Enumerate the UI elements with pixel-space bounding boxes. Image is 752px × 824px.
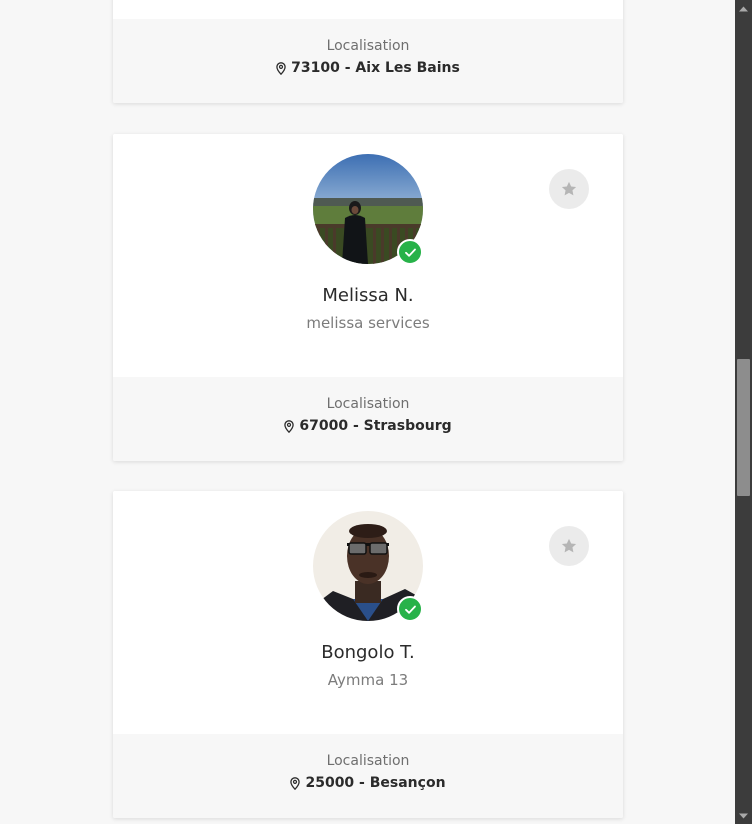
profile-card[interactable]: Melissa N. melissa services Localisation… [113, 134, 623, 461]
verified-badge [397, 596, 423, 622]
verified-badge [397, 239, 423, 265]
location-value: 73100 - Aix Les Bains [113, 60, 623, 76]
card-footer: Localisation 67000 - Strasbourg [113, 377, 623, 461]
profile-name[interactable]: Melissa N. [113, 285, 623, 306]
card-body: Melissa N. melissa services [113, 134, 623, 377]
avatar-container [313, 154, 423, 265]
map-pin-icon [290, 776, 301, 790]
location-value: 25000 - Besançon [113, 775, 623, 791]
vertical-scrollbar[interactable] [735, 0, 752, 824]
favorite-button[interactable] [549, 169, 589, 209]
location-value: 67000 - Strasbourg [113, 418, 623, 434]
company-name: melissa services [306, 314, 430, 332]
location-label: Localisation [326, 396, 410, 412]
scrollbar-thumb[interactable] [737, 359, 750, 496]
scroll-up-arrow-icon[interactable] [735, 0, 752, 17]
star-icon [561, 181, 577, 196]
avatar-container [313, 511, 423, 622]
favorite-button[interactable] [549, 526, 589, 566]
location-text: 73100 - Aix Les Bains [291, 60, 460, 76]
map-pin-icon [276, 61, 286, 75]
profile-card[interactable]: Localisation 73100 - Aix Les Bains [113, 0, 623, 103]
profile-card[interactable]: Bongolo T. Aymma 13 Localisation 25000 -… [113, 491, 623, 818]
map-pin-icon [284, 419, 295, 433]
check-icon [404, 605, 416, 614]
scroll-down-arrow-icon[interactable] [735, 807, 752, 824]
profile-name[interactable]: Bongolo T. [113, 642, 623, 663]
location-label: Localisation [326, 38, 410, 54]
location-text: 25000 - Besançon [305, 775, 446, 791]
card-footer: Localisation 25000 - Besançon [113, 734, 623, 818]
location-label: Localisation [326, 753, 410, 769]
card-footer: Localisation 73100 - Aix Les Bains [113, 19, 623, 103]
company-name: Aymma 13 [327, 671, 409, 689]
card-body: Bongolo T. Aymma 13 [113, 491, 623, 734]
profile-list: Localisation 73100 - Aix Les Bains Melis… [0, 0, 735, 824]
check-icon [404, 248, 416, 257]
star-icon [561, 538, 577, 553]
location-text: 67000 - Strasbourg [299, 418, 452, 434]
